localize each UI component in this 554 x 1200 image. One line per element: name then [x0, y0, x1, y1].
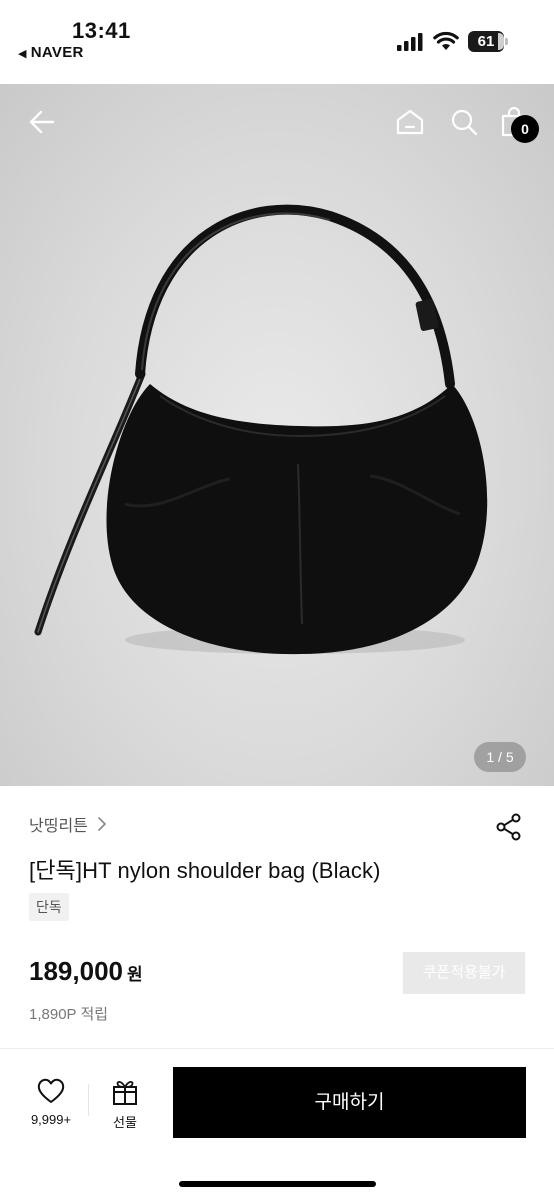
status-time: 13:41: [72, 18, 131, 43]
battery-remaining: [498, 33, 504, 50]
back-to-app-link[interactable]: ◀ NAVER: [18, 44, 84, 61]
product-image-gallery[interactable]: 0 1 / 5: [0, 84, 554, 786]
bottom-divider: [88, 1084, 89, 1116]
brand-name: 낫띵리튼: [29, 818, 88, 835]
product-bag-image: [34, 204, 488, 655]
image-pager: 1 / 5: [474, 742, 526, 772]
share-icon: [496, 813, 521, 841]
cart-count-badge: 0: [511, 115, 539, 143]
like-count: 9,999+: [30, 1112, 72, 1127]
home-indicator: [179, 1181, 376, 1187]
gift-label: 선물: [113, 1115, 137, 1130]
home-icon: [396, 109, 424, 135]
search-icon: [451, 109, 478, 136]
back-app-label: NAVER: [30, 44, 84, 61]
currency-label: 원: [126, 965, 143, 984]
product-price: 189,000: [29, 956, 123, 986]
product-title: [단독]HT nylon shoulder bag (Black): [29, 858, 381, 883]
brand-link[interactable]: 낫띵리튼: [29, 812, 108, 836]
back-button[interactable]: [22, 102, 62, 142]
wifi-icon: [433, 31, 459, 50]
battery-cap: [505, 38, 508, 45]
status-bar: 13:41 ◀ NAVER 61: [0, 0, 554, 84]
search-button[interactable]: [444, 102, 484, 142]
gift-icon: [113, 1080, 137, 1105]
arrow-left-icon: [29, 110, 55, 134]
gift-button[interactable]: 선물: [100, 1078, 150, 1134]
share-button[interactable]: [494, 812, 524, 842]
exclusive-tag: 단독: [29, 893, 69, 921]
chevron-right-icon: [98, 817, 106, 831]
back-triangle-icon: ◀: [18, 48, 27, 60]
price-row: 189,000 원: [29, 956, 143, 987]
reward-points: 1,890P 적립: [29, 1006, 109, 1023]
heart-icon: [37, 1078, 65, 1103]
coupon-button[interactable]: 쿠폰적용불가: [403, 952, 525, 994]
like-button[interactable]: 9,999+: [22, 1078, 80, 1134]
cellular-signal-icon: [397, 33, 423, 51]
battery-indicator: 61: [468, 31, 508, 52]
buy-button[interactable]: 구매하기: [173, 1067, 526, 1138]
home-button[interactable]: [390, 102, 430, 142]
section-divider: [0, 1048, 554, 1049]
